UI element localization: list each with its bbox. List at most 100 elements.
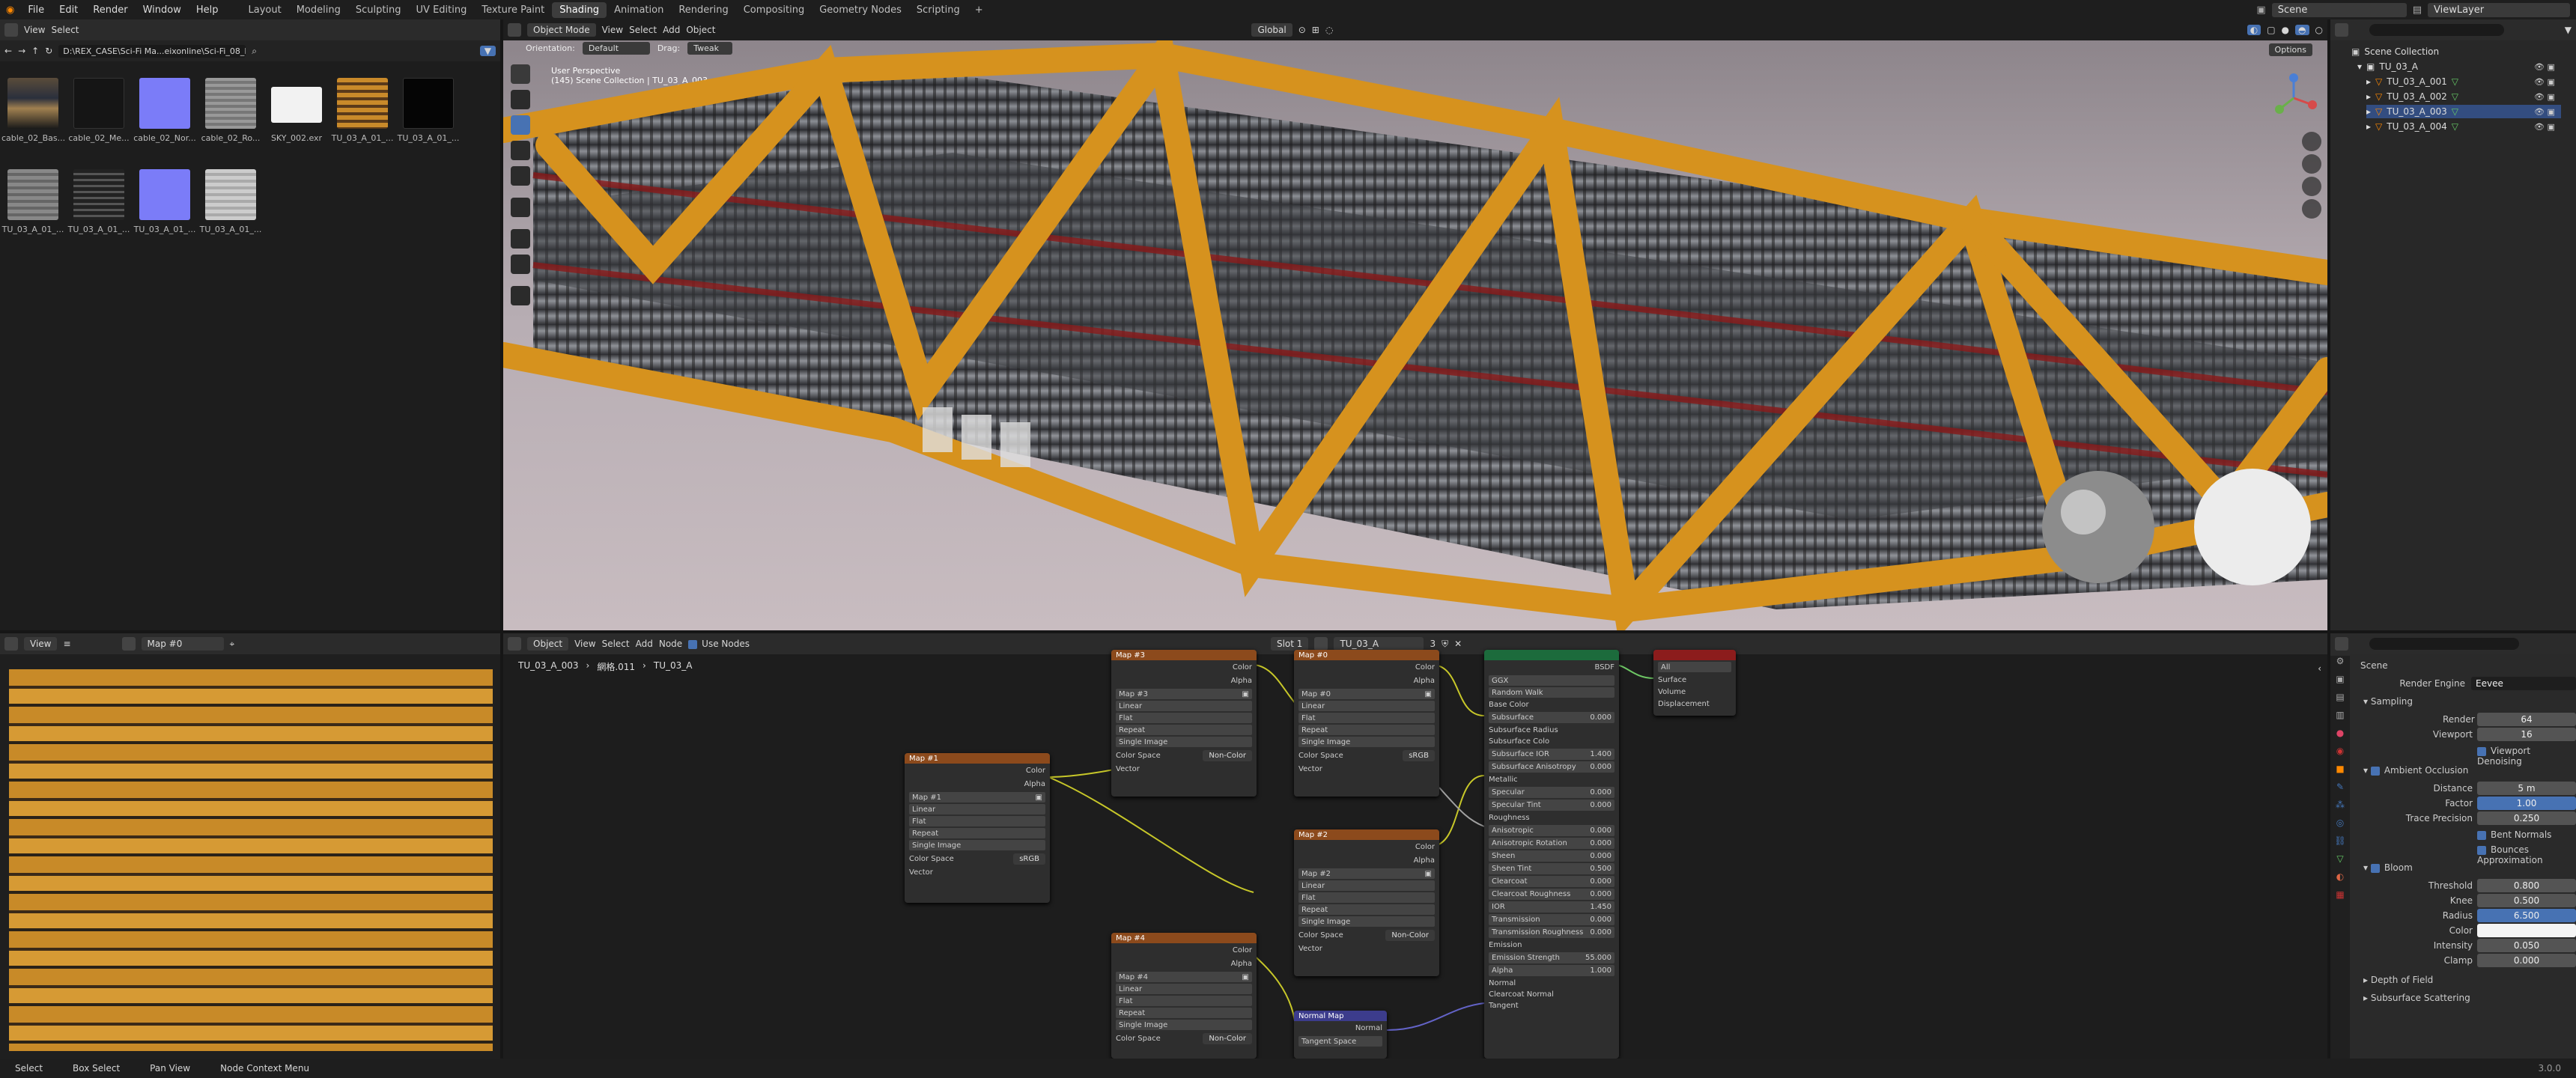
expand-icon[interactable]: ▸	[2366, 91, 2371, 102]
source-dropdown[interactable]: Single Image	[1298, 916, 1435, 927]
panel-sampling[interactable]: ▾ Sampling	[2363, 696, 2413, 707]
image-selector[interactable]: Map #3 ▣	[1116, 689, 1252, 699]
factor-field[interactable]: 1.00	[2477, 797, 2576, 810]
modifier-tab-icon[interactable]: ✎	[2330, 782, 2350, 800]
file-thumb-9[interactable]	[139, 169, 190, 220]
node-header[interactable]: Map #1	[905, 753, 1050, 764]
tool-scale[interactable]	[511, 166, 530, 186]
distance-field[interactable]: 5 m	[2477, 782, 2576, 795]
overlay-icon[interactable]: ◐	[2247, 25, 2261, 35]
node-header[interactable]: Normal Map	[1294, 1011, 1387, 1021]
pin-icon[interactable]: ⌖	[230, 639, 235, 650]
bsdf-input-row[interactable]: Subsurface Anisotropy 0.000	[1489, 761, 1614, 773]
back-icon[interactable]: ←	[4, 46, 12, 56]
material-tab-icon[interactable]: ◐	[2330, 871, 2350, 889]
bsdf-input-row[interactable]: Clearcoat 0.000	[1489, 876, 1614, 887]
node-principled-bsdf[interactable]: BSDF GGX Random Walk Base Color Subsurfac…	[1484, 650, 1619, 1059]
tab-layout[interactable]: Layout	[240, 2, 288, 18]
tab-sculpting[interactable]: Sculpting	[348, 2, 409, 18]
bsdf-input-row[interactable]: Subsurface 0.000	[1489, 712, 1614, 723]
source-dropdown[interactable]: Single Image	[1298, 737, 1435, 747]
tab-scripting[interactable]: Scripting	[909, 2, 967, 18]
tab-geometry-nodes[interactable]: Geometry Nodes	[812, 2, 909, 18]
threshold-field[interactable]: 0.800	[2477, 879, 2576, 892]
interp-dropdown[interactable]: Linear	[1298, 880, 1435, 891]
blender-logo-icon[interactable]: ◉	[6, 4, 14, 16]
projection-dropdown[interactable]: Flat	[1298, 892, 1435, 903]
projection-dropdown[interactable]: Flat	[1116, 713, 1252, 723]
tool-add-cube[interactable]	[511, 286, 530, 305]
eye-icon[interactable]: 👁 ▣	[2534, 75, 2555, 90]
tool-cursor[interactable]	[511, 90, 530, 109]
file-thumb-7[interactable]	[7, 169, 58, 220]
target-dropdown[interactable]: All	[1658, 662, 1731, 672]
node-header[interactable]: Map #2	[1294, 829, 1439, 840]
extension-dropdown[interactable]: Repeat	[1298, 725, 1435, 735]
bsdf-input-row[interactable]: Clearcoat Roughness 0.000	[1489, 889, 1614, 900]
refresh-icon[interactable]: ↻	[45, 46, 52, 56]
extension-dropdown[interactable]: Repeat	[909, 828, 1045, 838]
image-selector[interactable]: Map #1 ▣	[909, 792, 1045, 803]
parent-dir-icon[interactable]: ↑	[31, 46, 39, 56]
radius-field[interactable]: 6.500	[2477, 909, 2576, 922]
extension-dropdown[interactable]: Repeat	[1116, 1008, 1252, 1018]
tool-rotate[interactable]	[511, 141, 530, 160]
extension-dropdown[interactable]: Repeat	[1298, 904, 1435, 915]
tab-texture-paint[interactable]: Texture Paint	[474, 2, 552, 18]
node-header[interactable]	[1653, 650, 1736, 660]
projection-dropdown[interactable]: Flat	[909, 816, 1045, 826]
snap-icon[interactable]: ⊞	[1312, 25, 1319, 35]
interp-dropdown[interactable]: Linear	[1298, 701, 1435, 711]
tab-compositing[interactable]: Compositing	[736, 2, 812, 18]
viewport-3d[interactable]: Object Mode View Select Add Object Globa…	[503, 19, 2327, 630]
render-samples-field[interactable]: 64	[2477, 713, 2576, 726]
node-map3[interactable]: Map #3 Color Alpha Map #3 ▣ Linear Flat R…	[1111, 650, 1257, 797]
sidebar-toggle-icon[interactable]: ‹	[2318, 663, 2321, 674]
outliner-item[interactable]: ▸ ▽ TU_03_A_004 ▽	[2366, 120, 2458, 133]
node-map4[interactable]: Map #4 Color Alpha Map #4 ▣ Linear Flat R…	[1111, 933, 1257, 1059]
eye-icon[interactable]: 👁 ▣	[2534, 60, 2555, 75]
node-map1[interactable]: Map #1 Color Alpha Map #1 ▣ Linear Flat R…	[905, 753, 1050, 903]
node-map0[interactable]: Map #0 Color Alpha Map #0 ▣ Linear Flat R…	[1294, 650, 1439, 797]
node-header[interactable]: Map #3	[1111, 650, 1257, 660]
constraints-tab-icon[interactable]: ⛓	[2330, 835, 2350, 853]
bsdf-input-row[interactable]: Tangent	[1484, 1000, 1619, 1011]
projection-dropdown[interactable]: Flat	[1116, 996, 1252, 1006]
node-normal-map[interactable]: Normal Map Normal Tangent Space	[1294, 1011, 1387, 1059]
filter-icon[interactable]: ▼	[479, 46, 496, 56]
tool-move[interactable]	[511, 115, 530, 135]
shading-material-icon[interactable]: ◓	[2295, 25, 2309, 35]
image-selector[interactable]: Map #4 ▣	[1116, 972, 1252, 982]
file-thumb-8[interactable]	[73, 169, 124, 220]
nav-gizmo[interactable]	[2267, 72, 2320, 124]
shading-solid-icon[interactable]: ●	[2282, 25, 2289, 35]
outliner-item-selected[interactable]: ▸ ▽ TU_03_A_003 ▽	[2366, 105, 2561, 118]
outliner-item[interactable]: ▾ ▣ TU_03_A	[2357, 60, 2418, 73]
xray-icon[interactable]: ▢	[2267, 25, 2275, 35]
tool-annotate[interactable]	[511, 229, 530, 249]
interp-dropdown[interactable]: Linear	[1116, 984, 1252, 994]
bsdf-input-row[interactable]: Subsurface IOR 1.400	[1489, 749, 1614, 760]
bsdf-input-row[interactable]: Emission	[1484, 940, 1619, 951]
viewport-denoising-checkbox[interactable]: Viewport Denoising	[2477, 746, 2576, 767]
colorspace-dropdown[interactable]: Non-Color	[1203, 1032, 1252, 1044]
physics-tab-icon[interactable]: ◎	[2330, 817, 2350, 835]
trace-precision-field[interactable]: 0.250	[2477, 811, 2576, 825]
knee-field[interactable]: 0.500	[2477, 894, 2576, 907]
eye-icon[interactable]: 👁 ▣	[2534, 90, 2555, 105]
file-thumb-4[interactable]	[271, 87, 322, 123]
tab-animation[interactable]: Animation	[607, 2, 671, 18]
bent-normals-checkbox[interactable]: Bent Normals	[2477, 829, 2551, 840]
colorspace-dropdown[interactable]: Non-Color	[1203, 749, 1252, 761]
add-workspace-icon[interactable]: +	[967, 2, 991, 18]
bsdf-input-row[interactable]: IOR 1.450	[1489, 901, 1614, 913]
bsdf-input-row[interactable]: Metallic	[1484, 774, 1619, 785]
data-tab-icon[interactable]: ▽	[2330, 853, 2350, 871]
tab-rendering[interactable]: Rendering	[671, 2, 735, 18]
colorspace-dropdown[interactable]: Non-Color	[1385, 929, 1435, 941]
distribution-dropdown[interactable]: GGX	[1489, 675, 1614, 686]
filter-icon[interactable]: ▼	[2565, 25, 2572, 35]
projection-dropdown[interactable]: Flat	[1298, 713, 1435, 723]
menu-object[interactable]: Object	[686, 25, 715, 35]
render-engine-dropdown[interactable]: Eevee	[2471, 677, 2576, 690]
